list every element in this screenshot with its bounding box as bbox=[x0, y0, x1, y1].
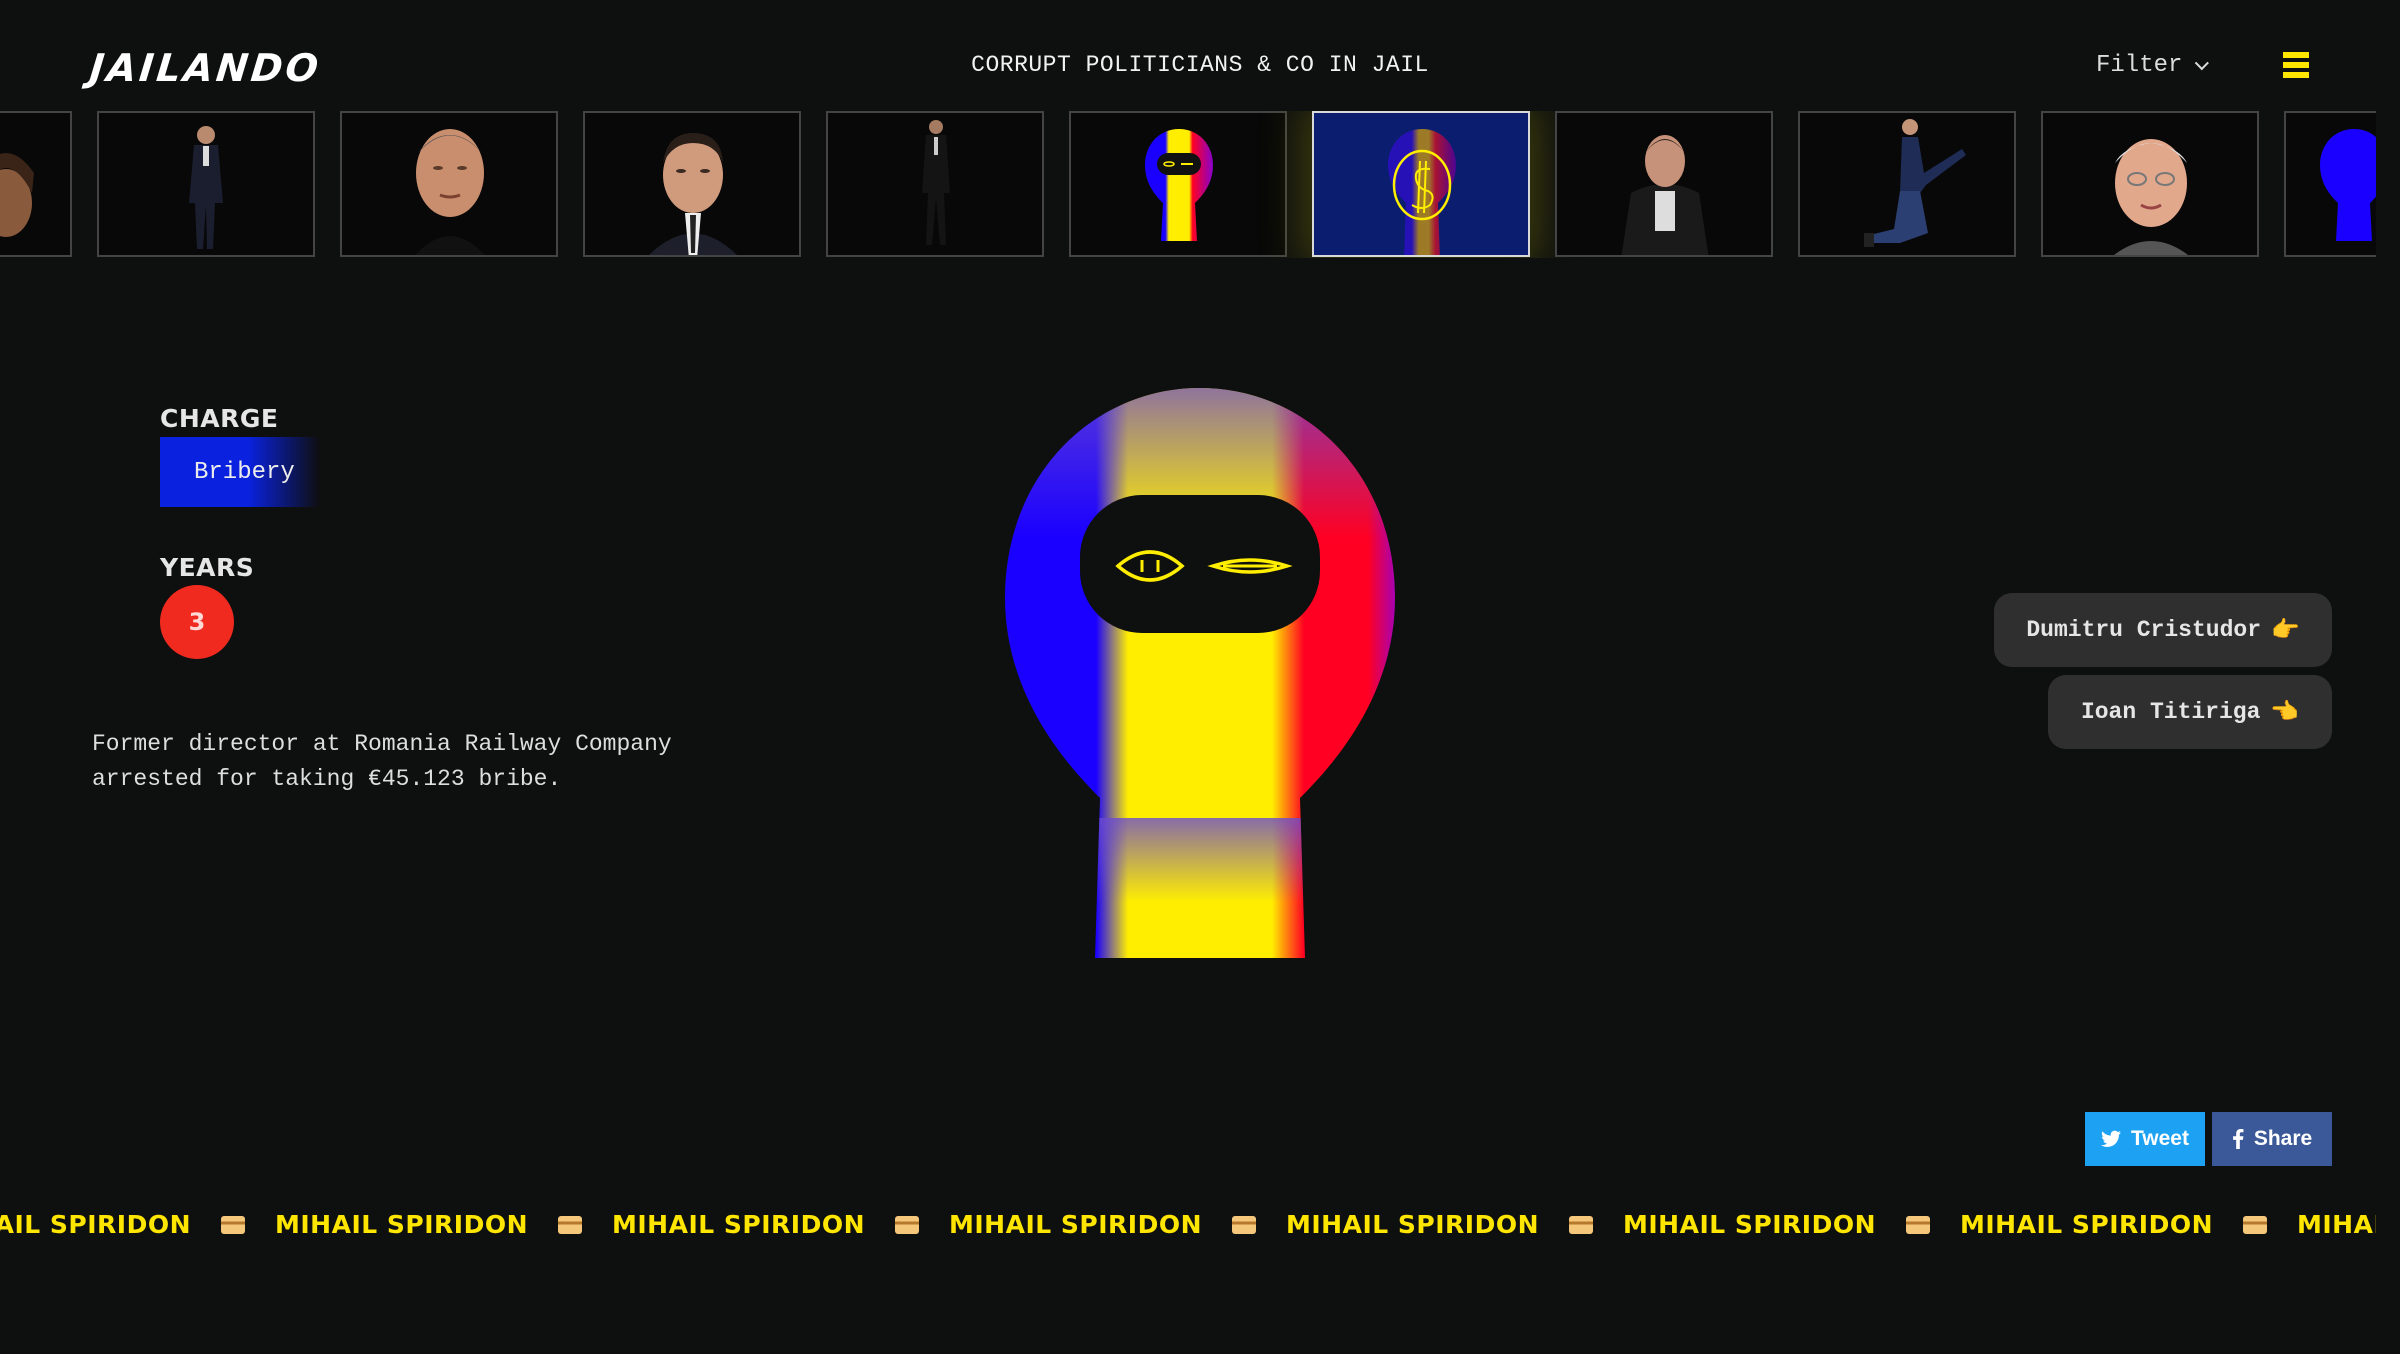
twitter-icon bbox=[2101, 1130, 2122, 1147]
charge-label: CHARGE bbox=[160, 404, 279, 433]
thumb-man-jumping[interactable] bbox=[1798, 111, 2016, 257]
masked-avatar-figure bbox=[1000, 388, 1400, 963]
tweet-button[interactable]: Tweet bbox=[2085, 1112, 2205, 1166]
thumb-suit-standing[interactable] bbox=[97, 111, 315, 257]
marquee-name: MIHAIL SPIRIDON bbox=[1623, 1210, 1876, 1239]
thumb-man-tie[interactable] bbox=[583, 111, 801, 257]
filter-label: Filter bbox=[2096, 52, 2183, 79]
credit-card-icon bbox=[2243, 1215, 2267, 1234]
prev-person-button[interactable]: Dumitru Cristudor 👉 bbox=[1994, 593, 2332, 667]
credit-card-icon bbox=[221, 1215, 245, 1234]
name-marquee: MIHAIL SPIRIDON MIHAIL SPIRIDON MIHAIL SPI… bbox=[0, 1210, 2376, 1250]
pointing-left-icon: 👈 bbox=[2270, 700, 2300, 726]
thumb-dollar-avatar[interactable] bbox=[1312, 111, 1530, 257]
credit-card-icon bbox=[558, 1215, 582, 1234]
tagline: CORRUPT POLITICIANS & CO IN JAIL bbox=[971, 52, 1429, 78]
thumb-partial-right[interactable] bbox=[2284, 111, 2376, 257]
next-person-button[interactable]: Ioan Titiriga 👈 bbox=[2048, 675, 2332, 749]
marquee-name: MIHAIL SPIRIDON bbox=[2297, 1210, 2376, 1239]
thumb-partial-left[interactable] bbox=[0, 111, 72, 257]
marquee-name: MIHAIL SPIRIDON bbox=[949, 1210, 1202, 1239]
prev-person-name: Dumitru Cristudor bbox=[2026, 617, 2261, 643]
thumb-old-man[interactable] bbox=[2041, 111, 2259, 257]
years-label: YEARS bbox=[160, 553, 255, 582]
thumb-masked-avatar[interactable] bbox=[1069, 111, 1287, 257]
hamburger-icon[interactable] bbox=[2283, 52, 2309, 82]
marquee-name: MIHAIL SPIRIDON bbox=[275, 1210, 528, 1239]
years-badge: 3 bbox=[160, 585, 234, 659]
charge-value: Bribery bbox=[160, 437, 320, 507]
filter-dropdown[interactable]: Filter bbox=[2096, 52, 2210, 79]
marquee-name: MIHAIL SPIRIDON bbox=[1286, 1210, 1539, 1239]
credit-card-icon bbox=[1906, 1215, 1930, 1234]
profile-description: Former director at Romania Railway Compa… bbox=[92, 731, 672, 792]
marquee-name: MIHAIL SPIRIDON bbox=[612, 1210, 865, 1239]
thumb-man-jacket[interactable] bbox=[1555, 111, 1773, 257]
facebook-icon bbox=[2232, 1129, 2244, 1149]
thumbnail-strip bbox=[0, 111, 2376, 258]
marquee-name: MIHAIL SPIRIDON bbox=[0, 1210, 191, 1239]
tweet-label: Tweet bbox=[2131, 1127, 2189, 1150]
thumb-bald-man[interactable] bbox=[340, 111, 558, 257]
facebook-share-button[interactable]: Share bbox=[2212, 1112, 2332, 1166]
credit-card-icon bbox=[1569, 1215, 1593, 1234]
thumb-man-walking[interactable] bbox=[826, 111, 1044, 257]
marquee-name: MIHAIL SPIRIDON bbox=[1960, 1210, 2213, 1239]
pointing-right-icon: 👉 bbox=[2271, 618, 2300, 644]
next-person-name: Ioan Titiriga bbox=[2080, 699, 2261, 725]
share-label: Share bbox=[2253, 1127, 2313, 1150]
credit-card-icon bbox=[895, 1215, 919, 1234]
credit-card-icon bbox=[1232, 1215, 1256, 1234]
